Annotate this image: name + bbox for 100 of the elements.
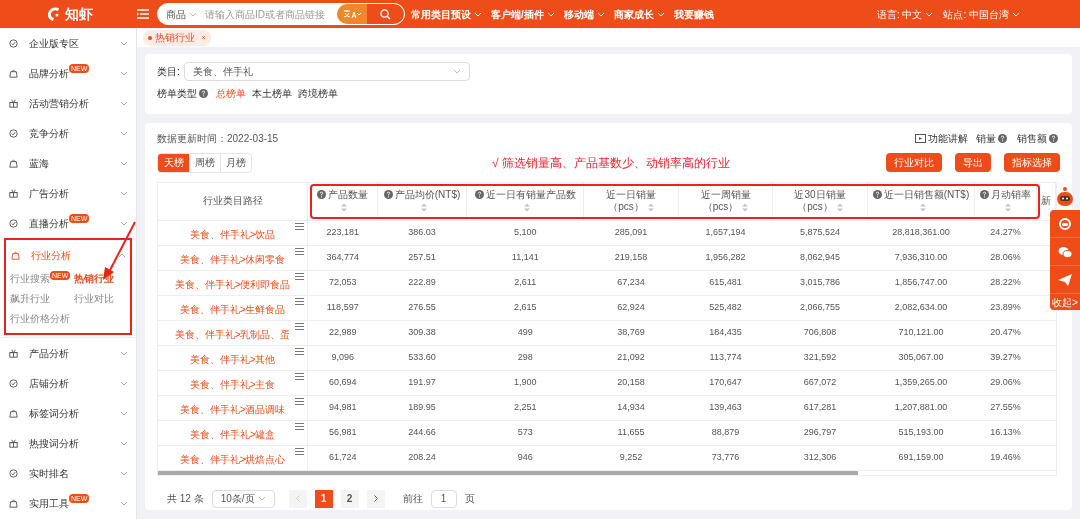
sort-icon[interactable] (524, 203, 531, 213)
menu-icon[interactable] (295, 272, 305, 280)
category-select[interactable]: 美食、伴手礼 (183, 62, 470, 81)
menu-icon[interactable] (295, 447, 305, 455)
submenu-item[interactable]: 行业对比 (74, 291, 126, 306)
language-select[interactable]: 语言: 中文 (876, 6, 934, 22)
page-button[interactable]: 2 (340, 489, 359, 508)
sidebar-item[interactable]: 实时排名 (0, 458, 136, 488)
submenu-item[interactable]: 飙升行业 (10, 291, 70, 306)
period-tab[interactable]: 月榜 (220, 153, 251, 172)
nav-link[interactable]: 移动端 (563, 6, 605, 22)
page-button[interactable]: 1 (314, 489, 333, 508)
nav-link[interactable]: 商家成长 (613, 6, 665, 22)
period-tab[interactable]: 天榜 (158, 153, 189, 172)
period-tab[interactable]: 周榜 (189, 153, 220, 172)
nav-link[interactable]: 我要赚钱 (673, 6, 714, 22)
column-header[interactable]: 近一日销量（pcs） (583, 183, 679, 220)
caret-icon (925, 11, 934, 17)
update-time: 数据更新时间：2022-03-15 (157, 132, 279, 146)
sidebar-item[interactable]: 产品分析 (0, 338, 136, 368)
help-icon (872, 190, 882, 200)
sidebar-item[interactable]: 标签词分析 (0, 398, 136, 428)
scrollbar[interactable] (158, 470, 858, 475)
table-cell: 244.66 (377, 420, 467, 445)
table-cell: 2,082,634.00 (867, 295, 975, 320)
category-path-link[interactable]: 美食、伴手礼>烘焙点心 (179, 453, 286, 465)
column-header[interactable]: 产品数量 (307, 183, 378, 220)
table-cell: 67,234 (583, 270, 679, 295)
sidebar-item[interactable]: 店铺分析 (0, 368, 136, 398)
column-header[interactable]: 月动销率 (974, 183, 1037, 220)
column-header[interactable]: 近一周销量（pcs） (678, 183, 773, 220)
table-cell: 617,281 (772, 395, 868, 420)
menu-icon[interactable] (295, 372, 305, 380)
search-button[interactable] (367, 4, 404, 24)
search-icon (380, 8, 391, 20)
category-path-link[interactable]: 美食、伴手礼>其他 (189, 353, 276, 365)
column-header[interactable]: 产品均价(NT$) (377, 183, 467, 220)
sidebar-item[interactable]: 竞争分析 (0, 118, 136, 148)
menu-icon[interactable] (295, 222, 305, 230)
submenu-item[interactable]: 行业价格分析 (10, 311, 126, 326)
category-path-link[interactable]: 美食、伴手礼>乳制品、蛋 (174, 328, 291, 340)
caret-icon (546, 11, 555, 17)
action-button[interactable]: 指标选择 (1004, 153, 1060, 172)
column-header[interactable]: 近一日销售额(NT$) (867, 183, 975, 220)
menu-icon[interactable] (295, 247, 305, 255)
sort-icon[interactable] (341, 203, 348, 213)
table-cell: 11,141 (466, 245, 584, 270)
list-type-option[interactable]: 本土榜单 (252, 86, 292, 101)
search-field[interactable]: 商品 请输入商品ID或者商品链接 (157, 3, 405, 25)
search-scope-select[interactable]: 商品 (158, 6, 205, 22)
sidebar-item[interactable]: 行业分析 (6, 240, 130, 270)
column-header[interactable]: 近30日销量（pcs） (772, 183, 868, 220)
sort-icon[interactable] (647, 203, 654, 213)
guide-link[interactable]: 功能讲解 (915, 131, 968, 146)
table-cell: 386.03 (377, 220, 467, 245)
sidebar-item[interactable]: 蓝海 (0, 148, 136, 178)
site-select[interactable]: 站点: 中国台湾 (943, 6, 1020, 22)
list-type-option[interactable]: 总榜单 (216, 86, 246, 101)
table-cell: 9,252 (583, 445, 679, 470)
collapse-button[interactable]: 收起> (1052, 294, 1078, 310)
column-header[interactable]: 近一日有销量产品数 (466, 183, 584, 220)
table-cell: 525,482 (678, 295, 773, 320)
menu-icon[interactable] (295, 322, 305, 330)
category-path-link[interactable]: 美食、伴手礼>罐盒 (189, 428, 276, 440)
menu-icon[interactable] (295, 297, 305, 305)
page-size-select[interactable]: 10条/页 (211, 489, 275, 508)
table-cell: 8,062,945 (772, 245, 868, 270)
category-path-link[interactable]: 美食、伴手礼>便利即食品 (174, 278, 291, 290)
close-icon[interactable] (201, 35, 206, 40)
sort-icon[interactable] (920, 203, 926, 213)
sort-icon[interactable] (421, 203, 427, 213)
sort-icon[interactable] (836, 203, 843, 213)
action-button[interactable]: 导出 (955, 153, 991, 172)
sidebar-item[interactable]: 热搜词分析 (0, 428, 136, 458)
nav-link[interactable]: 客户端/插件 (491, 6, 555, 22)
metric-toggle[interactable]: 销售额 (1017, 131, 1060, 146)
table-cell: 27.55% (974, 395, 1037, 420)
page-input[interactable]: 1 (430, 489, 457, 508)
sidebar-item[interactable]: 广告分析 (0, 178, 136, 208)
table-cell: 296,797 (772, 420, 868, 445)
menu-icon[interactable] (295, 422, 305, 430)
sort-icon[interactable] (1004, 203, 1011, 213)
category-path-link[interactable]: 美食、伴手礼>生鲜食品 (179, 303, 286, 315)
menu-icon[interactable] (295, 397, 305, 405)
list-type-option[interactable]: 跨境榜单 (298, 86, 338, 101)
category-path-link[interactable]: 美食、伴手礼>休闲零食 (179, 253, 286, 265)
sidebar-item[interactable]: 活动营销分析 (0, 88, 136, 118)
category-path-link[interactable]: 美食、伴手礼>主食 (189, 378, 276, 390)
category-path-link[interactable]: 美食、伴手礼>饮品 (189, 228, 276, 240)
table-cell: 276.55 (377, 295, 467, 320)
category-path-link[interactable]: 美食、伴手礼>酒品调味 (179, 403, 286, 415)
metric-toggle[interactable]: 销量 (976, 131, 1009, 146)
table-cell: 38,769 (583, 320, 679, 345)
action-button[interactable]: 行业对比 (886, 153, 942, 172)
sort-icon[interactable] (742, 203, 749, 213)
table-cell: 56,981 (307, 420, 378, 445)
sidebar-item[interactable]: 企业版专区 (0, 28, 136, 58)
translate-button[interactable] (337, 4, 367, 24)
nav-link[interactable]: 常用类目预设 (411, 6, 482, 22)
menu-icon[interactable] (295, 347, 305, 355)
